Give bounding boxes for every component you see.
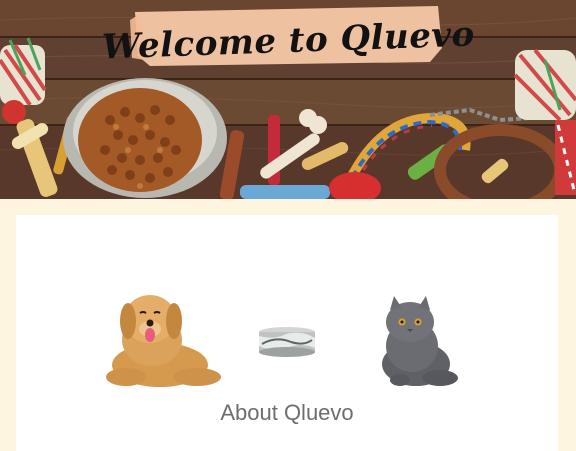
dog-image [106, 295, 221, 387]
hero-title: Welcome to Qluevo [100, 14, 475, 68]
page-edge [570, 199, 576, 451]
hero-title-area: Welcome to Qluevo [0, 0, 576, 80]
hero-banner: Welcome to Qluevo [0, 0, 576, 199]
about-heading: About Qluevo [220, 400, 354, 425]
food-bowl-illustration [63, 78, 227, 198]
cat-image [382, 296, 458, 386]
pet-food-tin-image [259, 327, 315, 357]
